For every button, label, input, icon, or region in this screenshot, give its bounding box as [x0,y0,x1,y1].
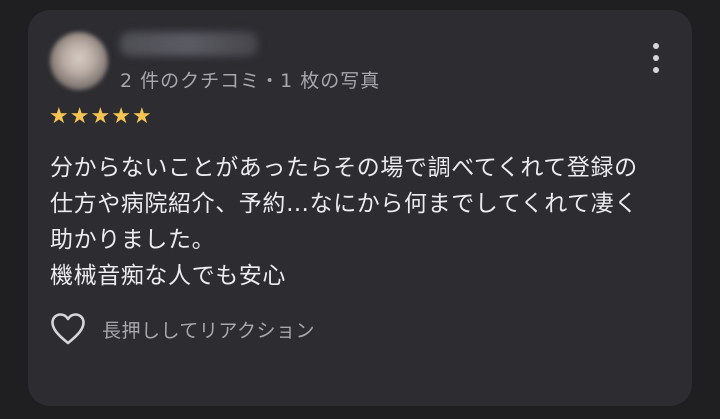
star-rating: ★ ★ ★ ★ ★ [49,106,152,128]
reaction-button[interactable]: 長押ししてリアクション [50,312,315,346]
reviewer-name-blurred[interactable] [120,32,258,56]
star-icon: ★ [90,104,111,129]
reaction-label: 長押ししてリアクション [102,319,315,342]
more-vertical-icon [653,43,659,49]
review-line: 機械音痴な人でも安心 [50,263,286,289]
star-icon: ★ [49,104,69,129]
more-options-button[interactable] [646,40,666,76]
star-icon: ★ [69,104,90,129]
review-card: 2 件のクチコミ・1 枚の写真 ★ ★ ★ ★ ★ 分からないことがあったらその… [28,10,692,406]
review-line: 助かりました。 [50,227,216,253]
review-text: 分からないことがあったらその場で調べてくれて登録の 仕方や病院紹介、予約…なにか… [50,150,680,294]
star-icon: ★ [111,104,131,129]
review-line: 仕方や病院紹介、予約…なにから何までしてくれて凄く [50,191,638,217]
heart-outline-icon [51,313,85,345]
reviewer-meta: 2 件のクチコミ・1 枚の写真 [120,70,381,92]
review-line: 分からないことがあったらその場で調べてくれて登録の [50,155,638,181]
star-icon: ★ [131,104,152,129]
reviewer-avatar[interactable] [50,32,108,90]
